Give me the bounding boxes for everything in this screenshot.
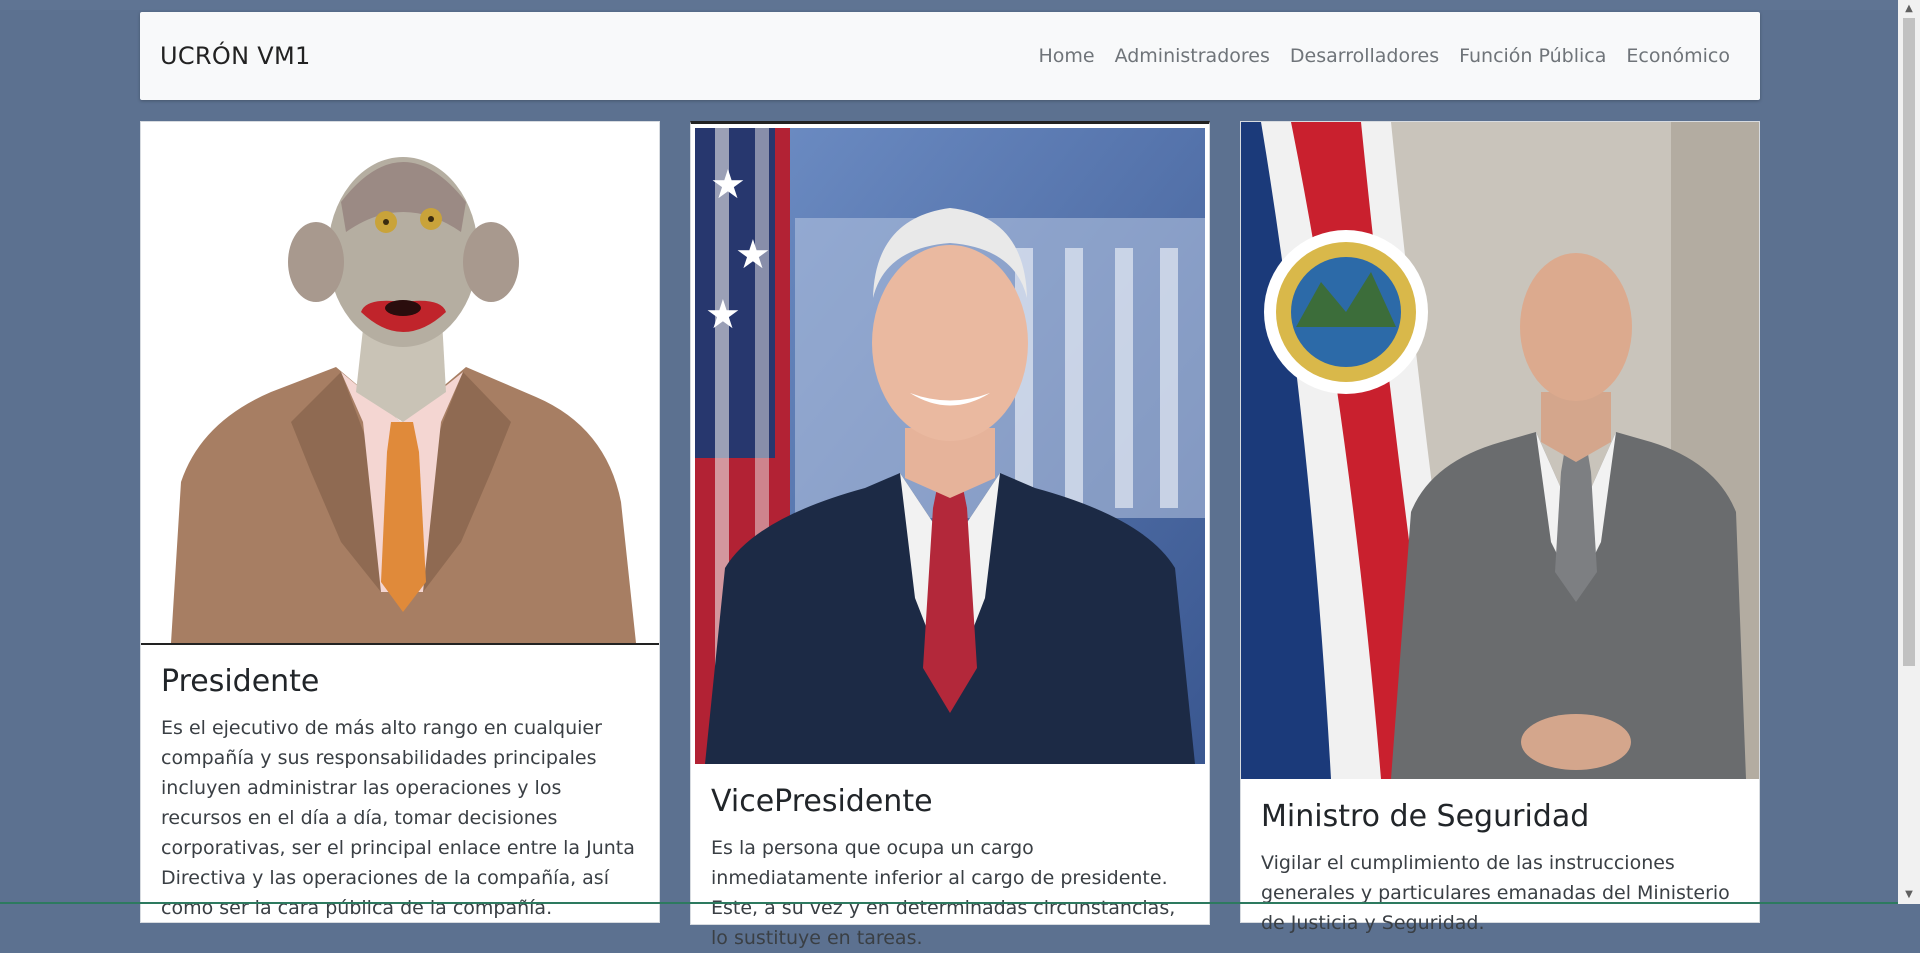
nav-links: Home Administradores Desarrolladores Fun…	[1038, 12, 1730, 100]
navbar-brand[interactable]: UCRÓN VM1	[160, 12, 311, 100]
nav-link-home[interactable]: Home	[1038, 45, 1094, 67]
svg-text:★: ★	[735, 232, 771, 278]
page-top-band	[0, 0, 1898, 10]
card-title: Ministro de Seguridad	[1261, 799, 1590, 834]
card-presidente: Presidente Es el ejecutivo de más alto r…	[140, 121, 660, 923]
scroll-down-arrow-icon[interactable]: ▼	[1898, 886, 1920, 904]
card-title: VicePresidente	[711, 784, 933, 819]
card-ministro-seguridad: Ministro de Seguridad Vigilar el cumplim…	[1240, 121, 1760, 934]
navbar: UCRÓN VM1 Home Administradores Desarroll…	[140, 12, 1760, 100]
ministro-seguridad-photo	[1241, 122, 1759, 779]
card-text: Es el ejecutivo de más alto rango en cua…	[161, 717, 635, 919]
svg-text:★: ★	[705, 292, 741, 338]
presidente-photo	[141, 122, 659, 645]
card-text: Vigilar el cumplimiento de las instrucci…	[1261, 852, 1730, 934]
scroll-up-arrow-icon[interactable]: ▲	[1898, 0, 1920, 18]
page-scrollbar[interactable]: ▲ ▼	[1898, 0, 1920, 904]
nav-link-funcion-publica[interactable]: Función Pública	[1459, 45, 1606, 67]
nav-link-administradores[interactable]: Administradores	[1115, 45, 1270, 67]
card-body-ministro-seguridad: Ministro de Seguridad Vigilar el cumplim…	[1261, 799, 1739, 938]
card-vicepresidente: ★ ★ ★ VicePresidente Es la persona que o…	[690, 121, 1210, 949]
nav-link-desarrolladores[interactable]: Desarrolladores	[1290, 45, 1439, 67]
card-body-vicepresidente: VicePresidente Es la persona que ocupa u…	[711, 784, 1189, 953]
nav-link-economico[interactable]: Económico	[1626, 45, 1730, 67]
card-body-presidente: Presidente Es el ejecutivo de más alto r…	[161, 664, 639, 923]
svg-text:★: ★	[710, 162, 746, 208]
scroll-thumb[interactable]	[1903, 18, 1915, 666]
card-text: Es la persona que ocupa un cargo inmedia…	[711, 837, 1176, 949]
card-title: Presidente	[161, 664, 320, 699]
vicepresidente-photo: ★ ★ ★	[695, 128, 1205, 764]
